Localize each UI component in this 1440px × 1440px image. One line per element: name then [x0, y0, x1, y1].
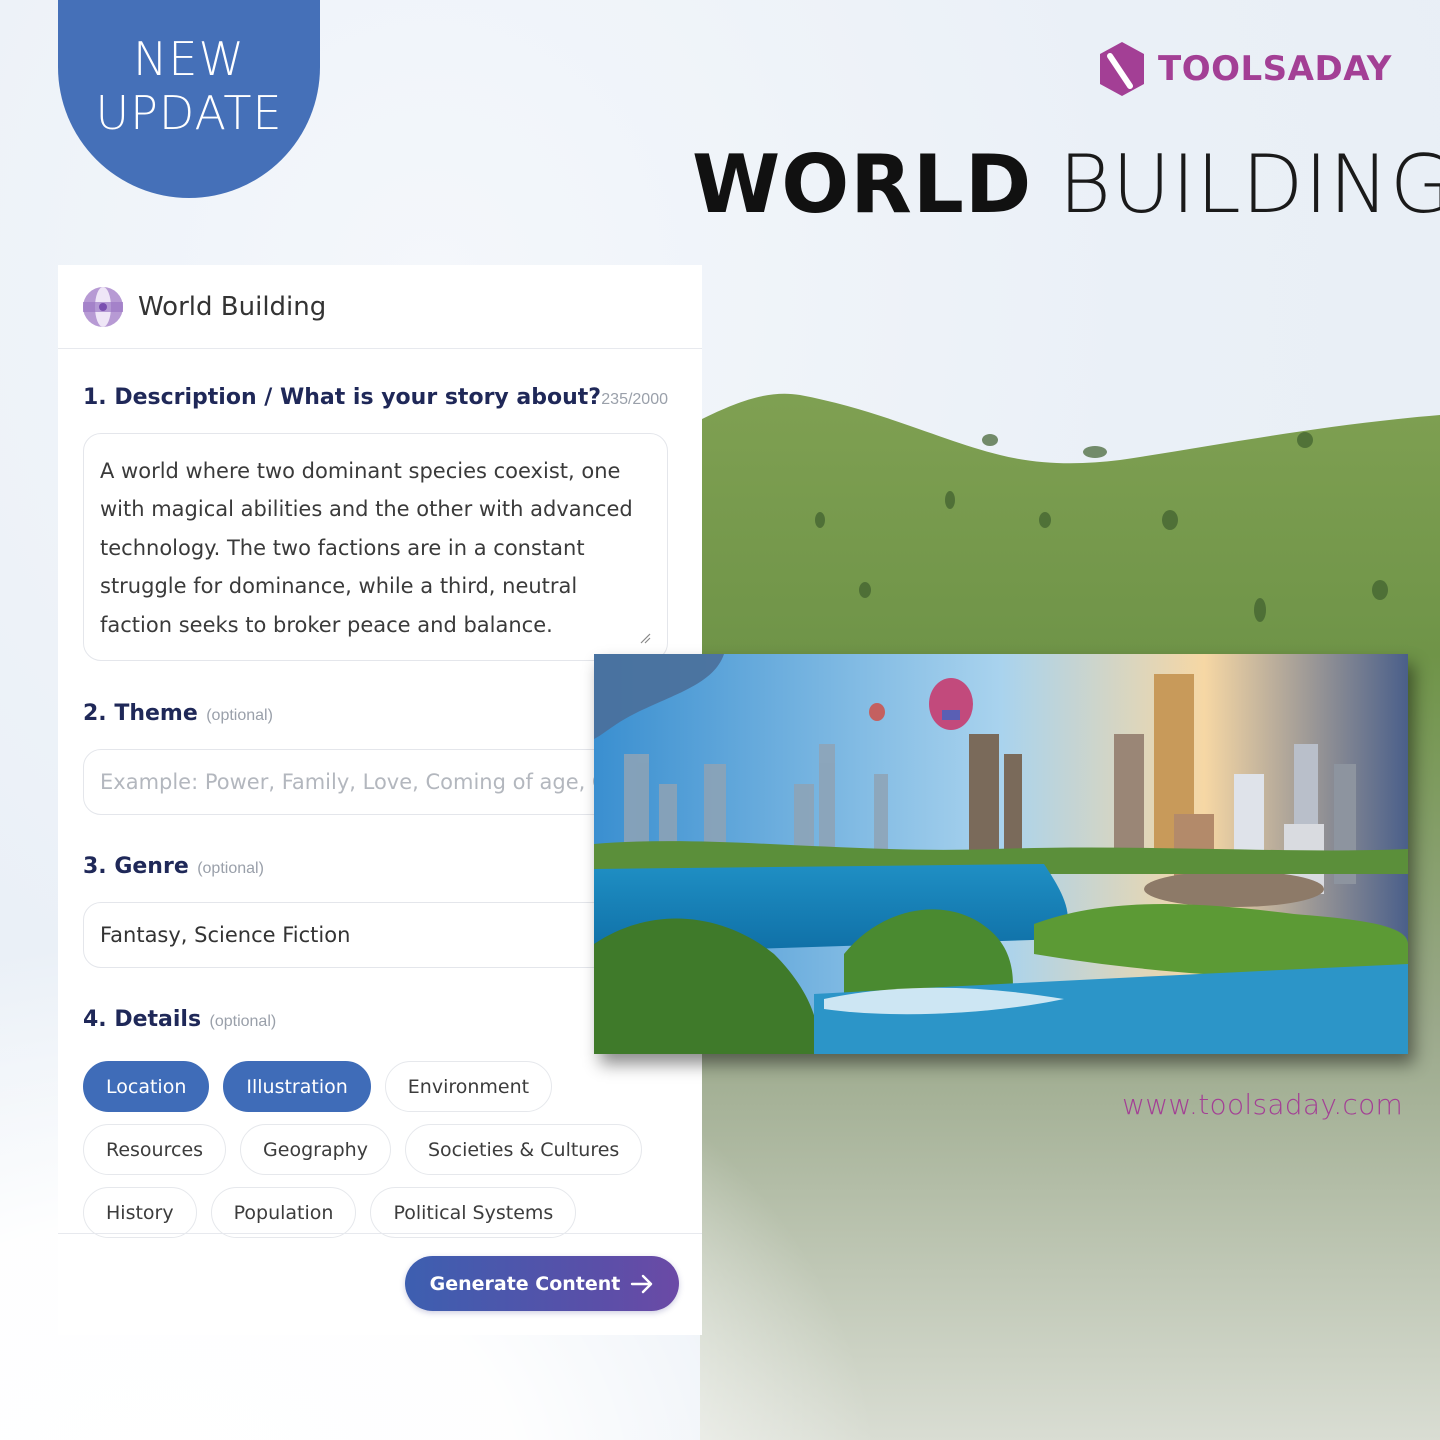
website-url[interactable]: www.toolsaday.com: [1122, 1088, 1403, 1121]
hero-title-bold: WORLD: [692, 138, 1033, 231]
genre-label-row: 3. Genre (optional): [83, 854, 264, 879]
chip-societies-cultures[interactable]: Societies & Cultures: [404, 1124, 643, 1175]
card-header: World Building: [58, 265, 702, 349]
details-chip-group: Location Illustration Environment Resour…: [83, 1061, 683, 1250]
theme-label-row: 2. Theme (optional): [83, 701, 273, 726]
generate-content-button[interactable]: Generate Content: [405, 1256, 679, 1311]
hero-title: WORLD BUILDING: [692, 140, 1440, 230]
brand-name: TOOLSADAY: [1158, 49, 1392, 89]
chip-illustration[interactable]: Illustration: [223, 1061, 371, 1112]
details-label-row: 4. Details (optional): [83, 1007, 276, 1032]
description-label-row: 1. Description / What is your story abou…: [83, 385, 668, 410]
toolsaday-logo-icon: [1100, 42, 1144, 96]
hero-title-light: BUILDING: [1058, 138, 1440, 231]
details-label: 4. Details: [83, 1007, 202, 1032]
badge-line-1: NEW: [133, 32, 245, 86]
description-text: A world where two dominant species coexi…: [100, 459, 633, 637]
theme-placeholder: Example: Power, Family, Love, Coming of …: [100, 770, 668, 794]
chip-political-systems[interactable]: Political Systems: [370, 1187, 577, 1238]
chip-row: History Population Political Systems: [83, 1187, 683, 1238]
card-title: World Building: [138, 291, 327, 322]
chip-location[interactable]: Location: [83, 1061, 210, 1112]
details-optional-hint: (optional): [209, 1013, 277, 1030]
badge-line-2: UPDATE: [95, 86, 283, 140]
genre-optional-hint: (optional): [197, 860, 264, 877]
chip-row: Location Illustration Environment: [83, 1061, 683, 1112]
genre-label: 3. Genre: [83, 854, 189, 879]
arrow-right-icon: [631, 1274, 653, 1293]
card-footer-divider: [58, 1233, 702, 1234]
genre-input[interactable]: Fantasy, Science Fiction: [83, 902, 668, 968]
character-counter: 235/2000: [601, 391, 668, 408]
brand-logo-group: TOOLSADAY: [1098, 42, 1392, 96]
theme-input[interactable]: Example: Power, Family, Love, Coming of …: [83, 749, 668, 815]
description-label: 1. Description / What is your story abou…: [83, 385, 602, 410]
genre-value: Fantasy, Science Fiction: [100, 923, 351, 947]
generate-content-label: Generate Content: [429, 1272, 621, 1295]
globe-icon: [83, 286, 123, 327]
description-textarea[interactable]: A world where two dominant species coexi…: [83, 433, 668, 661]
chip-row: Resources Geography Societies & Cultures: [83, 1124, 683, 1175]
theme-label: 2. Theme: [83, 701, 198, 726]
resize-handle-icon[interactable]: [639, 632, 651, 644]
generated-world-artwork: [594, 654, 1408, 1054]
chip-geography[interactable]: Geography: [240, 1124, 391, 1175]
chip-history[interactable]: History: [83, 1187, 197, 1238]
theme-optional-hint: (optional): [206, 707, 273, 724]
chip-environment[interactable]: Environment: [384, 1061, 553, 1112]
chip-resources[interactable]: Resources: [83, 1124, 227, 1175]
chip-population[interactable]: Population: [210, 1187, 357, 1238]
